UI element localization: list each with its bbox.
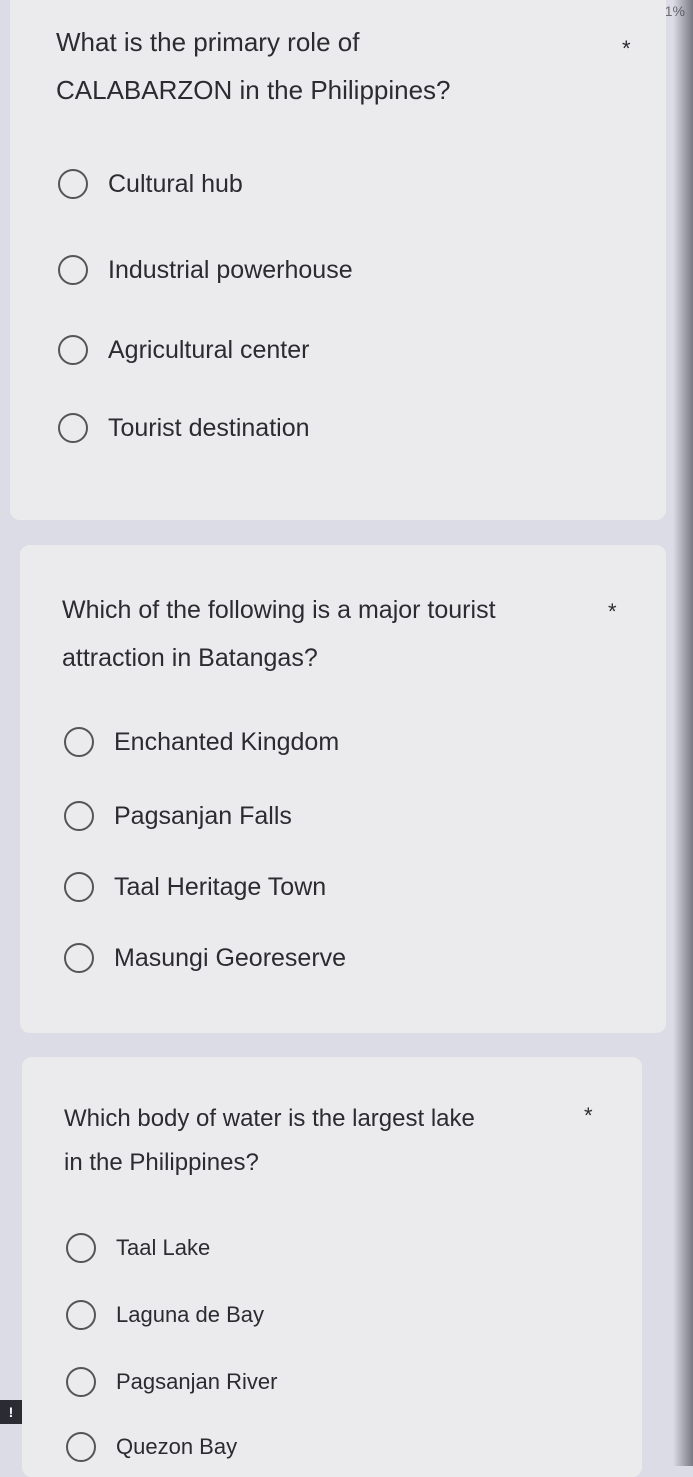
screen-edge-shadow bbox=[673, 0, 693, 1466]
question-3-line-1: Which body of water is the largest lake bbox=[64, 1105, 475, 1132]
question-card-3: Which body of water is the largest lake … bbox=[22, 1057, 642, 1477]
option-label: Quezon Bay bbox=[116, 1434, 238, 1459]
question-title-1: What is the primary role of CALABARZON i… bbox=[56, 18, 616, 114]
question-1-line-1: What is the primary role of bbox=[56, 27, 360, 57]
question-3-line-2: in the Philippines? bbox=[64, 1149, 259, 1176]
option-label: Laguna de Bay bbox=[116, 1302, 265, 1327]
radio-button[interactable] bbox=[58, 335, 88, 365]
option-taal-heritage-town[interactable]: Taal Heritage Town bbox=[64, 872, 326, 902]
option-label: Cultural hub bbox=[108, 169, 243, 198]
radio-button[interactable] bbox=[66, 1233, 96, 1263]
radio-button[interactable] bbox=[64, 801, 94, 831]
required-marker-2: * bbox=[608, 599, 617, 624]
option-label: Tourist destination bbox=[108, 413, 310, 442]
question-card-2: Which of the following is a major touris… bbox=[20, 545, 666, 1033]
radio-button[interactable] bbox=[66, 1367, 96, 1397]
option-masungi-georeserve[interactable]: Masungi Georeserve bbox=[64, 943, 346, 973]
required-marker-1: * bbox=[622, 36, 631, 61]
question-title-3: Which body of water is the largest lake … bbox=[64, 1097, 604, 1185]
radio-button[interactable] bbox=[64, 943, 94, 973]
report-icon[interactable]: ! bbox=[0, 1400, 22, 1424]
option-label: Pagsanjan River bbox=[116, 1369, 278, 1394]
option-label: Masungi Georeserve bbox=[114, 943, 347, 972]
option-label: Taal Lake bbox=[116, 1235, 211, 1260]
option-label: Pagsanjan Falls bbox=[114, 801, 292, 830]
option-agricultural-center[interactable]: Agricultural center bbox=[58, 335, 309, 365]
radio-button[interactable] bbox=[66, 1432, 96, 1462]
option-taal-lake[interactable]: Taal Lake bbox=[66, 1233, 210, 1263]
radio-button[interactable] bbox=[58, 255, 88, 285]
option-laguna-de-bay[interactable]: Laguna de Bay bbox=[66, 1300, 264, 1330]
question-2-line-1: Which of the following is a major touris… bbox=[62, 596, 496, 624]
option-enchanted-kingdom[interactable]: Enchanted Kingdom bbox=[64, 727, 339, 757]
option-tourist-destination[interactable]: Tourist destination bbox=[58, 413, 310, 443]
option-pagsanjan-river[interactable]: Pagsanjan River bbox=[66, 1367, 277, 1397]
required-marker-3: * bbox=[584, 1103, 593, 1128]
radio-button[interactable] bbox=[66, 1300, 96, 1330]
radio-button[interactable] bbox=[64, 727, 94, 757]
question-2-line-2: attraction in Batangas? bbox=[62, 644, 318, 672]
radio-button[interactable] bbox=[58, 413, 88, 443]
option-industrial-powerhouse[interactable]: Industrial powerhouse bbox=[58, 255, 353, 285]
option-label: Industrial powerhouse bbox=[108, 255, 353, 284]
option-label: Taal Heritage Town bbox=[114, 872, 327, 901]
question-card-1: What is the primary role of CALABARZON i… bbox=[10, 0, 666, 520]
question-1-line-2: CALABARZON in the Philippines? bbox=[56, 75, 451, 105]
option-cultural-hub[interactable]: Cultural hub bbox=[58, 169, 243, 199]
radio-button[interactable] bbox=[64, 872, 94, 902]
radio-button[interactable] bbox=[58, 169, 88, 199]
option-label: Agricultural center bbox=[108, 335, 310, 364]
option-label: Enchanted Kingdom bbox=[114, 727, 340, 756]
option-pagsanjan-falls[interactable]: Pagsanjan Falls bbox=[64, 801, 292, 831]
option-quezon-bay[interactable]: Quezon Bay bbox=[66, 1432, 237, 1462]
question-title-2: Which of the following is a major touris… bbox=[62, 586, 622, 682]
